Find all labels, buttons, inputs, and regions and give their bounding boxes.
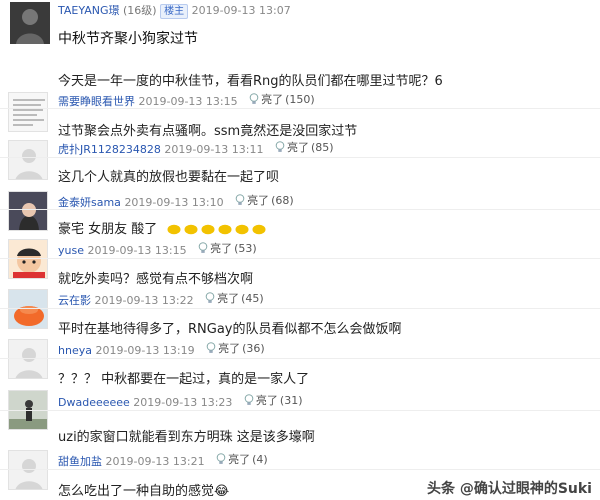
like-button[interactable]: 亮了 (85)	[275, 139, 334, 155]
reply-meta: 甜鱼加盐 2019-09-13 13:21 亮了 (4)	[58, 451, 268, 469]
reply-time: 2019-09-13 13:11	[164, 143, 264, 156]
lightbulb-icon	[206, 342, 216, 353]
divider	[0, 469, 600, 470]
watermark: 头条 @确认过眼神的Suki	[426, 481, 592, 497]
like-button[interactable]: 亮了 (4)	[216, 451, 268, 467]
lemon-icon	[184, 224, 198, 235]
reply-username[interactable]: 金泰妍sama	[58, 196, 121, 209]
reply-text: uzi的家窗口就能看到东方明珠 这是该多壕啊	[58, 430, 315, 445]
original-post: TAEYANG璟 (16级) 楼主 2019-09-13 13:07 中秋节齐聚…	[0, 0, 600, 90]
reply-meta: Dwadeeeeee 2019-09-13 13:23 亮了 (31)	[58, 392, 303, 410]
like-count: (85)	[311, 140, 334, 154]
reply-time: 2019-09-13 13:21	[105, 455, 205, 468]
reply-username[interactable]: 虎扑JR1128234828	[58, 143, 161, 156]
lightbulb-icon	[235, 194, 245, 205]
user-level: (16级)	[122, 4, 157, 17]
reply-text: ？？？ 中秋都要在一起过，真的是一家人了	[58, 372, 310, 387]
reply-username[interactable]: 甜鱼加盐	[58, 455, 102, 468]
op-badge: 楼主	[160, 4, 189, 19]
divider	[0, 157, 600, 158]
reply-text: 就吃外卖吗？感觉有点不够档次啊	[58, 272, 254, 287]
like-count: (36)	[242, 341, 265, 355]
reply-text: 豪宅 女朋友 酸了	[58, 218, 266, 237]
lemon-icon	[252, 224, 266, 235]
avatar[interactable]	[8, 339, 48, 379]
reply-meta: yuse 2019-09-13 13:15 亮了 (53)	[58, 240, 257, 258]
avatar[interactable]	[8, 450, 48, 490]
lightbulb-icon	[249, 93, 259, 104]
reply-meta: 需要睁眼看世界 2019-09-13 13:15 亮了 (150)	[58, 91, 315, 109]
like-count: (4)	[252, 452, 268, 466]
divider	[0, 108, 600, 109]
post-meta: TAEYANG璟 (16级) 楼主 2019-09-13 13:07	[58, 2, 291, 19]
like-count: (150)	[285, 92, 315, 106]
lemon-emoji-row	[167, 224, 266, 235]
like-count: (53)	[234, 241, 257, 255]
reply-username[interactable]: Dwadeeeeee	[58, 396, 130, 409]
lightbulb-icon	[275, 141, 285, 152]
like-button[interactable]: 亮了 (36)	[206, 340, 265, 356]
divider	[0, 209, 600, 210]
post-title: 中秋节齐聚小狗家过节	[58, 31, 198, 47]
reply-time: 2019-09-13 13:22	[94, 294, 194, 307]
reply-time: 2019-09-13 13:15	[138, 95, 238, 108]
reply-time: 2019-09-13 13:23	[133, 396, 233, 409]
reply-username[interactable]: hneya	[58, 344, 92, 357]
avatar[interactable]	[8, 191, 48, 231]
lightbulb-icon	[216, 453, 226, 464]
like-count: (68)	[271, 193, 294, 207]
reply-username[interactable]: 需要睁眼看世界	[58, 95, 135, 108]
reply-meta: hneya 2019-09-13 13:19 亮了 (36)	[58, 340, 265, 358]
reply-text: 平时在基地待得多了，RNGay的队员看似都不怎么会做饭啊	[58, 322, 402, 337]
lightbulb-icon	[198, 242, 208, 253]
lemon-icon	[218, 224, 232, 235]
avatar[interactable]	[8, 92, 48, 132]
like-button[interactable]: 亮了 (68)	[235, 192, 294, 208]
reply-meta: 虎扑JR1128234828 2019-09-13 13:11 亮了 (85)	[58, 139, 334, 157]
avatar[interactable]	[8, 239, 48, 279]
reply-text: 怎么吃出了一种自助的感觉😂	[58, 484, 230, 499]
like-button[interactable]: 亮了 (150)	[249, 91, 315, 107]
post-timestamp: 2019-09-13 13:07	[191, 4, 291, 17]
post-body: 今天是一年一度的中秋佳节，看看Rng的队员们都在哪里过节呢？6	[58, 74, 443, 89]
reply-text: 这几个人就真的放假也要黏在一起了呗	[58, 170, 280, 185]
like-button[interactable]: 亮了 (53)	[198, 240, 257, 256]
avatar[interactable]	[10, 2, 50, 44]
reply-time: 2019-09-13 13:10	[124, 196, 224, 209]
reply-meta: 云在影 2019-09-13 13:22 亮了 (45)	[58, 290, 264, 308]
post-username[interactable]: TAEYANG璟	[58, 4, 119, 17]
divider	[0, 358, 600, 359]
divider	[0, 308, 600, 309]
like-button[interactable]: 亮了 (31)	[244, 392, 303, 408]
lightbulb-icon	[205, 292, 215, 303]
lemon-icon	[167, 224, 181, 235]
reply-username[interactable]: yuse	[58, 244, 84, 257]
lightbulb-icon	[244, 394, 254, 405]
like-count: (45)	[241, 291, 264, 305]
divider	[0, 410, 600, 411]
lemon-icon	[201, 224, 215, 235]
lemon-icon	[235, 224, 249, 235]
reply-meta: 金泰妍sama 2019-09-13 13:10 亮了 (68)	[58, 192, 294, 210]
like-count: (31)	[279, 393, 303, 407]
reply-text: 过节聚会点外卖有点骚啊。ssm竟然还是没回家过节	[58, 124, 358, 139]
avatar[interactable]	[8, 289, 48, 329]
reply-username[interactable]: 云在影	[58, 294, 91, 307]
like-button[interactable]: 亮了 (45)	[205, 290, 264, 306]
reply-time: 2019-09-13 13:19	[95, 344, 195, 357]
reply-time: 2019-09-13 13:15	[87, 244, 187, 257]
avatar[interactable]	[8, 140, 48, 180]
divider	[0, 258, 600, 259]
